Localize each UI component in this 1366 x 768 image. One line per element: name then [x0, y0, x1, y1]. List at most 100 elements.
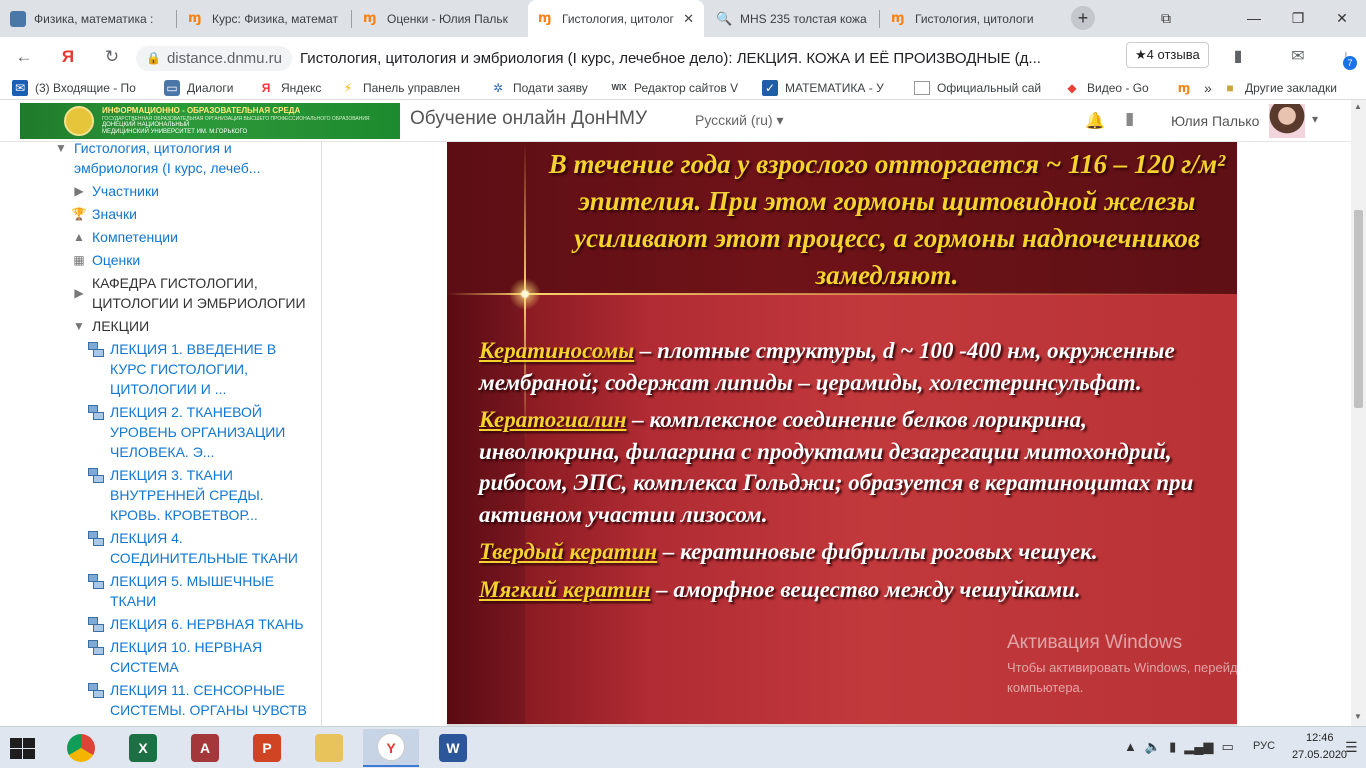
caret-down-icon: ▼ [55, 142, 67, 155]
scroll-thumb[interactable] [1354, 210, 1363, 408]
sidebar-item-label: ЛЕКЦИЯ 11. СЕНСОРНЫЕ СИСТЕМЫ. ОРГАНЫ ЧУВ… [110, 682, 307, 718]
window-minimize-button[interactable]: — [1232, 0, 1276, 37]
notifications-icon[interactable]: ☰ [1345, 739, 1358, 756]
sidebar-lecture-1[interactable]: ЛЕКЦИЯ 1. ВВЕДЕНИЕ В КУРС ГИСТОЛОГИИ, ЦИ… [88, 339, 308, 399]
sidebar-lecture-4[interactable]: ЛЕКЦИЯ 4. СОЕДИНИТЕЛЬНЫЕ ТКАНИ [88, 528, 308, 568]
sidebar-item-competencies[interactable]: ▲ Компетенции [70, 227, 310, 247]
panel-icon: ⚡ [343, 81, 353, 95]
sparkle-decoration [508, 277, 542, 311]
tab-course-physics[interactable]: ɱ Курс: Физика, математ [178, 0, 350, 37]
bookmark-button[interactable]: ▮ [1226, 45, 1250, 69]
sidebar-lecture-10[interactable]: ЛЕКЦИЯ 10. НЕРВНАЯ СИСТЕМА [88, 637, 308, 677]
bookmark-yandex[interactable]: Я Яндекс [258, 79, 333, 97]
tab-histology-2[interactable]: ɱ Гистология, цитологи [881, 0, 1056, 37]
scroll-up-icon[interactable]: ▲ [1354, 102, 1362, 111]
sidebar-item-label: ЛЕКЦИЯ 10. НЕРВНАЯ СИСТЕМА [110, 639, 263, 675]
bookmark-dialogs[interactable]: ▭ Диалоги [164, 79, 244, 97]
taskbar-yandex-browser[interactable]: Y [363, 729, 419, 767]
sidebar-course-link[interactable]: ▼ Гистология, цитология и эмбриология (I… [52, 142, 302, 178]
reviews-button[interactable]: ★4 отзыва [1126, 42, 1209, 68]
tab-search-button[interactable]: ⧉ [1144, 0, 1188, 37]
windows-start-button[interactable] [8, 736, 36, 760]
taskbar-access[interactable]: A [177, 729, 233, 767]
sidebar-lecture-11[interactable]: ЛЕКЦИЯ 11. СЕНСОРНЫЕ СИСТЕМЫ. ОРГАНЫ ЧУВ… [88, 680, 318, 720]
new-tab-button[interactable]: + [1071, 6, 1095, 30]
url-field[interactable]: 🔒 distance.dnmu.ru Гистология, цитология… [136, 43, 1116, 73]
avatar[interactable] [1269, 104, 1305, 138]
lecture-book-icon [88, 404, 104, 420]
taskbar-chrome[interactable] [53, 729, 109, 767]
bookmark-math[interactable]: ✓ МАТЕМАТИКА - У [762, 79, 897, 97]
sidebar-lecture-6[interactable]: ЛЕКЦИЯ 6. НЕРВНАЯ ТКАНЬ [88, 614, 318, 634]
arrow-left-icon: ← [15, 47, 33, 66]
url-domain-chip[interactable]: 🔒 distance.dnmu.ru [136, 45, 293, 71]
window-restore-button[interactable]: ❐ [1276, 0, 1320, 37]
keyboard-icon[interactable]: ▭ [1221, 739, 1233, 755]
main-content: В течение года у взрослого отторгается ~… [322, 142, 1351, 726]
sidebar-lecture-2[interactable]: ЛЕКЦИЯ 2. ТКАНЕВОЙ УРОВЕНЬ ОРГАНИЗАЦИИ Ч… [88, 402, 308, 462]
lecture-book-icon [88, 341, 104, 357]
scroll-down-icon[interactable]: ▼ [1354, 712, 1362, 721]
tab-search-skin[interactable]: 🔍 МНS 235 толстая кожа [706, 0, 878, 37]
chat-icon: ▭ [164, 80, 180, 96]
downloads-badge: 7 [1343, 56, 1357, 70]
sidebar-item-participants[interactable]: ▶ Участники [70, 181, 310, 201]
bookmark-video[interactable]: ◆ Видео - Go [1064, 79, 1160, 97]
sidebar-lecture-3[interactable]: ЛЕКЦИЯ 3. ТКАНИ ВНУТРЕННЕЙ СРЕДЫ. КРОВЬ.… [88, 465, 308, 525]
back-button[interactable]: ← [12, 45, 36, 69]
bookmarks-overflow-button[interactable]: » [1204, 79, 1220, 97]
bookmark-official[interactable]: Официальный сай [914, 79, 1046, 97]
network-signal-icon[interactable]: ▂▄▆ [1184, 739, 1213, 755]
sidebar-item-grades[interactable]: ▦ Оценки [70, 250, 310, 270]
sidebar-item-label: ЛЕКЦИЯ 6. НЕРВНАЯ ТКАНЬ [110, 616, 304, 632]
bookmark-wix[interactable]: WIX Редактор сайтов V [611, 79, 749, 97]
reload-button[interactable]: ↻ [100, 45, 124, 69]
other-bookmarks[interactable]: ■ Другие закладки [1222, 79, 1362, 97]
emblem-icon: ✲ [492, 81, 504, 95]
taskbar-excel[interactable]: X [115, 729, 171, 767]
clock-time[interactable]: 12:46 [1306, 732, 1334, 744]
volume-icon[interactable]: 🔈 [1145, 739, 1161, 755]
sidebar-item-lectures[interactable]: ▼ ЛЕКЦИИ [70, 316, 310, 336]
tab-grades[interactable]: ɱ Оценки - Юлия Пальк [353, 0, 525, 37]
bookmark-moodle[interactable]: ɱ [1176, 79, 1196, 97]
windows-activation-title: Активация Windows [1007, 632, 1183, 653]
messages-icon[interactable]: ▮ [1125, 109, 1134, 129]
window-close-button[interactable]: ✕ [1320, 0, 1364, 37]
site-name[interactable]: Обучение онлайн ДонНМУ [410, 108, 647, 130]
clock-date[interactable]: 27.05.2020 [1292, 749, 1347, 761]
taskbar-explorer[interactable] [301, 729, 357, 767]
user-menu-caret-icon[interactable]: ▾ [1312, 112, 1318, 126]
user-name[interactable]: Юлия Палько [1171, 113, 1259, 129]
logo-university-2: МЕДИЦИНСКИЙ УНИВЕРСИТЕТ ИМ. М.ГОРЬКОГО [102, 129, 248, 135]
address-bar: ← Я ↻ 🔒 distance.dnmu.ru Гистология, цит… [0, 37, 1366, 77]
tab-title: Физика, математика : [34, 11, 154, 26]
tab-close-icon[interactable]: ✕ [675, 11, 694, 27]
input-language[interactable]: РУС [1253, 740, 1275, 752]
yandex-home-button[interactable]: Я [56, 45, 80, 69]
sidebar-item-department[interactable]: ▶ КАФЕДРА ГИСТОЛОГИИ, ЦИТОЛОГИИ И ЭМБРИО… [70, 273, 315, 313]
extensions-button[interactable]: ✉ [1286, 45, 1310, 69]
notifications-bell-icon[interactable]: 🔔 [1085, 111, 1105, 131]
tab-histology-active[interactable]: ɱ Гистология, цитолог ✕ [528, 0, 704, 37]
bookmark-apply[interactable]: ✲ Подати заяву [490, 79, 600, 97]
language-menu[interactable]: Русский (ru) ▾ [695, 112, 784, 129]
battery-icon[interactable]: ▮ [1169, 739, 1176, 755]
url-page-title: Гистология, цитология и эмбриология (I к… [300, 49, 1041, 67]
bookmark-mail[interactable]: ✉ (3) Входящие - По [12, 79, 152, 97]
taskbar-powerpoint[interactable]: P [239, 729, 295, 767]
taskbar-word[interactable]: W [425, 729, 481, 767]
sidebar-lecture-5[interactable]: ЛЕКЦИЯ 5. МЫШЕЧНЫЕ ТКАНИ [88, 571, 308, 611]
tab-title: МНS 235 толстая кожа [740, 11, 867, 26]
page-scrollbar[interactable]: ▲ ▼ [1351, 100, 1366, 726]
tray-overflow-icon[interactable]: ▲ [1124, 739, 1137, 755]
slide-definition: – кератиновые фибриллы роговых чешуек. [657, 539, 1098, 564]
tab-vk[interactable]: Физика, математика : [0, 0, 175, 37]
bookmark-panel[interactable]: ⚡ Панель управлен [340, 79, 475, 97]
video-icon: ◆ [1067, 81, 1077, 95]
slide-paragraph: Твердый кератин – кератиновые фибриллы р… [479, 536, 1219, 568]
sidebar-item-label: ЛЕКЦИЯ 4. СОЕДИНИТЕЛЬНЫЕ ТКАНИ [110, 530, 298, 566]
windows-logo-icon [10, 738, 22, 748]
sidebar-item-badges[interactable]: 🏆 Значки [70, 204, 310, 224]
site-logo[interactable]: ИНФОРМАЦИОННО - ОБРАЗОВАТЕЛЬНАЯ СРЕДА ГО… [20, 103, 400, 139]
